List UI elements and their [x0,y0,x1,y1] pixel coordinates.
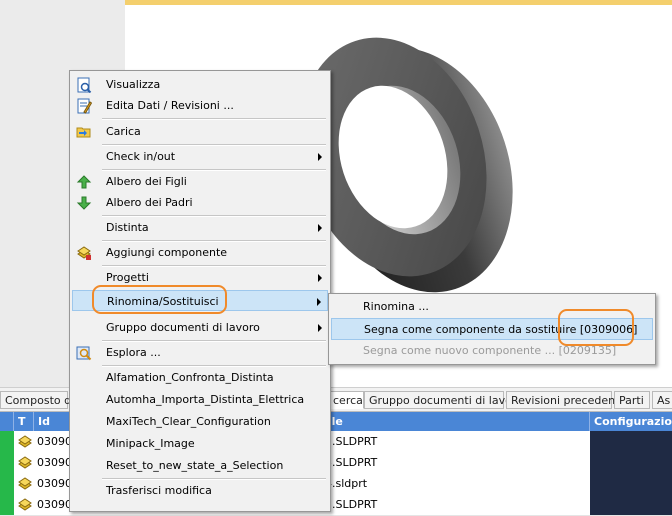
menu-item-distinta[interactable]: Distinta [72,217,328,238]
menu-item-albero-padri[interactable]: Albero dei Padri [72,192,328,213]
tab-parti[interactable]: Parti [614,391,650,409]
menu-item-label: MaxiTech_Clear_Configuration [106,415,271,428]
menu-item-maxitech[interactable]: MaxiTech_Clear_Configuration [72,411,328,432]
menu-item-label: Reset_to_new_state_a_Selection [106,459,284,472]
tab-as[interactable]: As [652,391,672,409]
status-indicator [0,452,14,473]
header-t[interactable]: T [14,412,34,431]
menu-item-label: Esplora ... [106,346,161,359]
menu-item-label: Aggiungi componente [106,246,228,259]
menu-item-label: Gruppo documenti di lavoro [106,321,260,334]
view-icon [77,77,92,93]
tab-ricerca[interactable]: cerca [328,391,364,409]
status-indicator [0,494,14,515]
menu-item-esplora[interactable]: Esplora ... [72,342,328,363]
tab-revisioni-precedenti[interactable]: Revisioni precedenti [506,391,622,409]
tab-composto-da[interactable]: Composto da: [0,391,82,409]
header-configurazione[interactable]: Configurazione [590,412,672,431]
edit-data-icon [77,98,92,114]
menu-item-label: Check in/out [106,150,176,163]
part-icon [18,435,32,448]
menu-item-label: Edita Dati / Revisioni ... [106,99,234,112]
annotation-highlight-code [558,309,634,346]
cell-config [590,473,672,494]
cell-id: 03090 [37,435,72,448]
submenu-arrow-icon [318,274,322,282]
menu-item-label: Visualizza [106,78,161,91]
cell-config [590,494,672,515]
menu-item-label: Distinta [106,221,149,234]
menu-item-gruppo-documenti[interactable]: Gruppo documenti di lavoro [72,317,328,338]
menu-item-minipack[interactable]: Minipack_Image [72,433,328,454]
status-indicator [0,473,14,494]
header-status [0,412,14,431]
menu-item-label: Automha_Importa_Distinta_Elettrica [106,393,305,406]
status-indicator [0,431,14,452]
tab-gruppo-documenti[interactable]: Gruppo documenti di lavoro [364,391,523,409]
menu-item-edita-dati[interactable]: Edita Dati / Revisioni ... [72,95,328,116]
menu-item-automha[interactable]: Automha_Importa_Distinta_Elettrica [72,389,328,410]
folder-load-icon [76,127,91,138]
menu-item-alfamation[interactable]: Alfamation_Confronta_Distinta [72,367,328,388]
menu-item-carica[interactable]: Carica [72,121,328,142]
menu-separator [102,118,326,120]
part-icon [18,477,32,490]
cell-config [590,431,672,452]
menu-item-check-in-out[interactable]: Check in/out [72,146,328,167]
menu-item-trasferisci[interactable]: Trasferisci modifica [72,480,328,501]
menu-item-label: Trasferisci modifica [106,484,212,497]
submenu-arrow-icon [318,224,322,232]
submenu-item-label: Rinomina ... [363,300,429,313]
add-component-icon [77,246,91,260]
menu-item-label: Albero dei Figli [106,175,187,188]
menu-item-reset[interactable]: Reset_to_new_state_a_Selection [72,455,328,476]
menu-item-label: Minipack_Image [106,437,195,450]
cell-id: 03090 [37,456,72,469]
submenu-arrow-icon [318,153,322,161]
annotation-highlight-rinomina [92,285,227,314]
cell-config [590,452,672,473]
menu-item-label: Alfamation_Confronta_Distinta [106,371,274,384]
menu-item-aggiungi-componente[interactable]: Aggiungi componente [72,242,328,263]
header-file[interactable]: _file [314,412,590,431]
menu-item-albero-figli[interactable]: Albero dei Figli [72,171,328,192]
tree-parents-icon [76,196,92,210]
submenu-arrow-icon [318,324,322,332]
part-icon [18,456,32,469]
cell-id: 03090 [37,477,72,490]
submenu-arrow-icon [317,298,321,306]
cell-id: 03090 [37,498,72,511]
menu-item-label: Carica [106,125,141,138]
part-icon [18,498,32,511]
menu-item-visualizza[interactable]: Visualizza [72,74,328,95]
tree-children-icon [76,175,92,189]
explore-icon [76,346,92,361]
menu-item-label: Albero dei Padri [106,196,193,209]
